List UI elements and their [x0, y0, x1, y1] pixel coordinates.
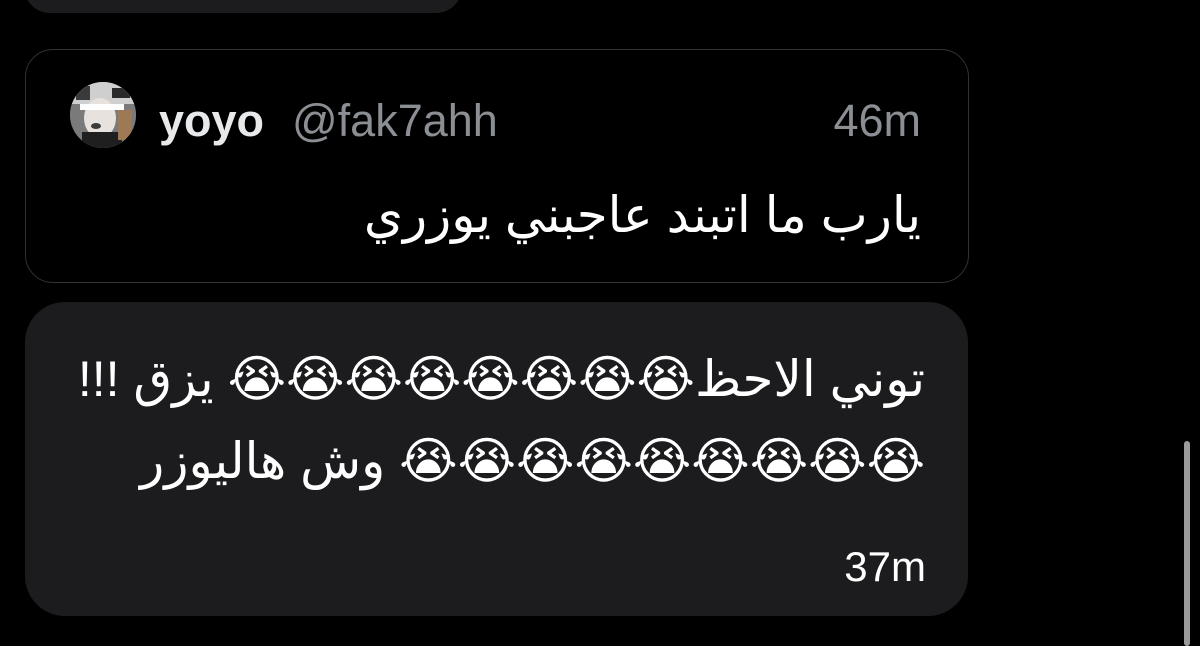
message-text: توني الاحظ😭😭😭😭😭😭😭😭 يزق !!!😭😭😭😭😭😭😭😭😭 وش ه… [77, 351, 925, 489]
quoted-tweet-text: يارب ما اتبند عاجبني يوزري [363, 187, 921, 243]
avatar[interactable] [70, 82, 136, 148]
scrollbar[interactable] [1184, 441, 1190, 646]
message-timestamp: 37m [844, 543, 926, 590]
quoted-display-name[interactable]: yoyo [159, 98, 264, 143]
dm-conversation: yoyo @fak7ahh 46m يارب ما اتبند عاجبني ي… [0, 0, 1200, 646]
message-bubble[interactable]: توني الاحظ😭😭😭😭😭😭😭😭 يزق !!!😭😭😭😭😭😭😭😭😭 وش ه… [25, 302, 968, 616]
quoted-timestamp: 46m [833, 95, 921, 146]
profile-avatar-icon [70, 82, 136, 148]
quoted-handle[interactable]: @fak7ahh [292, 98, 498, 143]
previous-message-bubble[interactable] [24, 0, 462, 13]
quoted-tweet-card[interactable]: yoyo @fak7ahh 46m يارب ما اتبند عاجبني ي… [25, 49, 969, 283]
